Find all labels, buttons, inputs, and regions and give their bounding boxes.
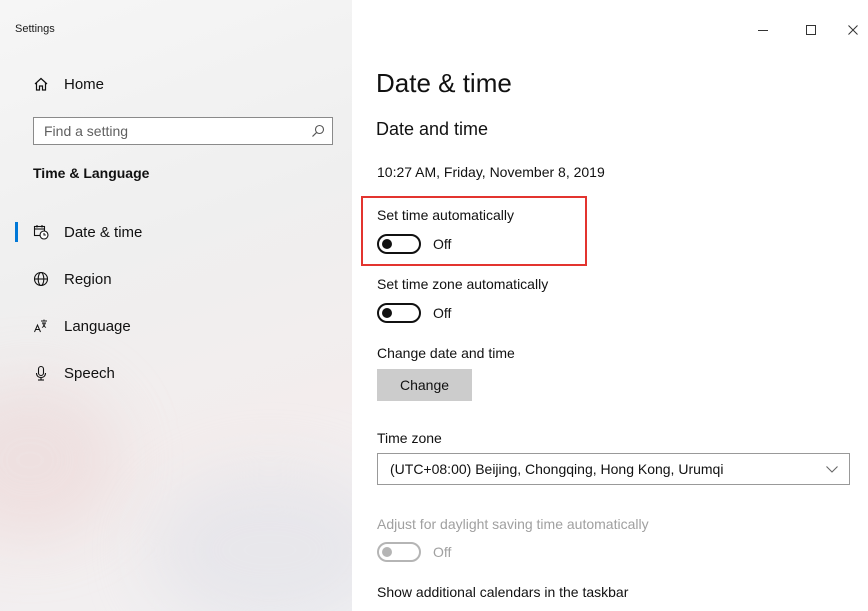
language-icon: [32, 317, 50, 335]
current-datetime: 10:27 AM, Friday, November 8, 2019: [377, 164, 605, 180]
toggle-knob: [382, 308, 392, 318]
toggle-state-label: Off: [433, 544, 452, 560]
time-zone-dropdown[interactable]: (UTC+08:00) Beijing, Chongqing, Hong Kon…: [377, 453, 850, 485]
set-timezone-auto-toggle[interactable]: Off: [377, 302, 451, 324]
sidebar-item-label: Date & time: [64, 223, 143, 241]
page-title: Date & time: [376, 68, 512, 98]
sidebar-item-label: Region: [64, 270, 112, 288]
toggle-switch[interactable]: [377, 303, 421, 323]
maximize-icon[interactable]: [796, 18, 826, 42]
section-title: Date and time: [376, 119, 489, 139]
sidebar-background-blur: [150, 470, 352, 611]
sidebar-item-label: Speech: [64, 364, 115, 382]
app-title: Settings: [15, 23, 55, 35]
close-icon[interactable]: [838, 18, 868, 42]
minimize-icon[interactable]: [748, 18, 778, 42]
sidebar-background-blur: [0, 380, 120, 540]
home-label: Home: [64, 75, 105, 93]
search-icon[interactable]: [304, 124, 332, 138]
set-time-auto-label: Set time automatically: [377, 207, 514, 223]
home-nav-item[interactable]: Home: [0, 66, 352, 102]
toggle-switch[interactable]: [377, 234, 421, 254]
microphone-icon: [32, 364, 50, 382]
main-content: Date & time Date and time 10:27 AM, Frid…: [352, 0, 868, 611]
chevron-down-icon: [825, 461, 839, 477]
toggle-switch: [377, 542, 421, 562]
search-box[interactable]: [33, 117, 333, 145]
sidebar-item-region[interactable]: Region: [0, 261, 352, 297]
additional-calendars-label: Show additional calendars in the taskbar: [377, 584, 629, 600]
daylight-saving-toggle: Off: [377, 541, 451, 563]
sidebar-item-language[interactable]: Language: [0, 308, 352, 344]
home-icon: [32, 75, 50, 93]
toggle-state-label: Off: [433, 236, 452, 252]
globe-icon: [32, 270, 50, 288]
toggle-knob: [382, 547, 392, 557]
search-input[interactable]: [34, 119, 304, 143]
time-zone-label: Time zone: [377, 430, 442, 446]
active-indicator: [15, 222, 18, 242]
set-timezone-auto-label: Set time zone automatically: [377, 276, 549, 292]
sidebar: Settings Home Time & Language: [0, 0, 352, 611]
sidebar-item-speech[interactable]: Speech: [0, 355, 352, 391]
sidebar-item-label: Language: [64, 317, 131, 335]
change-datetime-label: Change date and time: [377, 345, 515, 361]
settings-window: Settings Home Time & Language: [0, 0, 868, 611]
daylight-saving-label: Adjust for daylight saving time automati…: [377, 516, 649, 532]
calendar-clock-icon: [32, 223, 50, 241]
sidebar-section-title: Time & Language: [33, 165, 150, 181]
toggle-state-label: Off: [433, 305, 452, 321]
change-button[interactable]: Change: [377, 369, 472, 401]
time-zone-value: (UTC+08:00) Beijing, Chongqing, Hong Kon…: [390, 461, 724, 477]
set-time-auto-toggle[interactable]: Off: [377, 233, 451, 255]
sidebar-item-date-time[interactable]: Date & time: [0, 214, 352, 250]
toggle-knob: [382, 239, 392, 249]
